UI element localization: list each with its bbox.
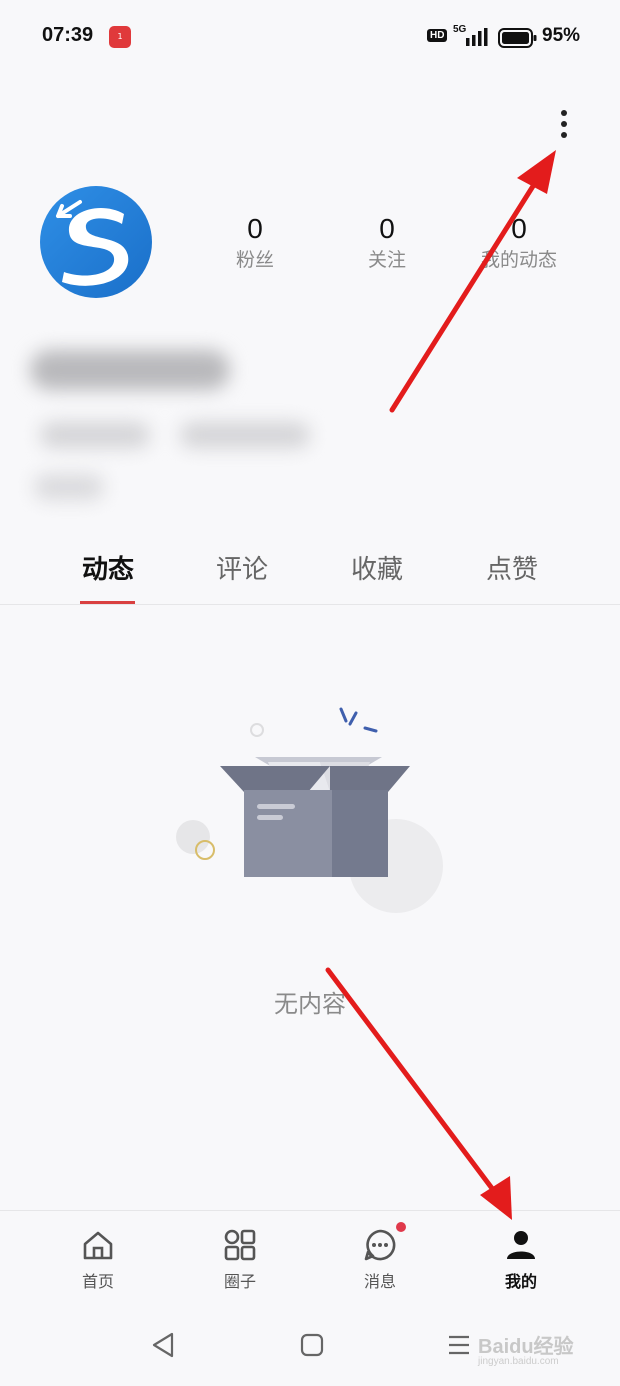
annotation-arrow-top bbox=[389, 150, 556, 413]
annotation-arrows bbox=[325, 150, 556, 1220]
annotation-arrow-bottom bbox=[325, 967, 512, 1220]
